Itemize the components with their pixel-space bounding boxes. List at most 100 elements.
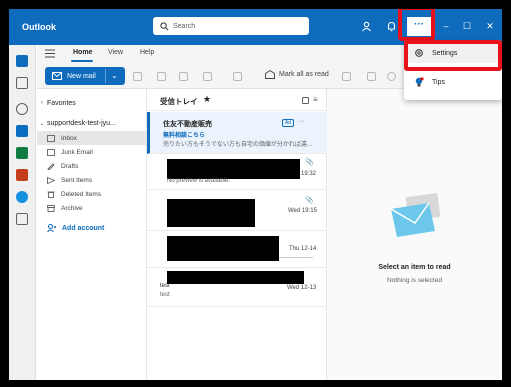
message-preview: 売りたい方もそうでない方も自宅の価値が分かれば違... xyxy=(163,142,312,148)
settings-highlight xyxy=(404,40,502,71)
sidebar-item-sent[interactable]: Sent Items xyxy=(37,173,146,187)
bell-icon[interactable] xyxy=(386,21,397,32)
delete-icon[interactable] xyxy=(133,72,142,81)
onedrive-app-icon[interactable] xyxy=(16,191,28,203)
reading-pane-subtitle: Nothing is selected xyxy=(387,277,442,284)
message-list: 受信トレイ ★ ≡ 住友不動産販売 無料相談こちら 売りたい方もそうでない方も自… xyxy=(146,89,328,380)
chevron-right-icon: › xyxy=(41,100,43,106)
menu-item-tips[interactable]: Tips xyxy=(404,72,502,92)
add-account-button[interactable]: Add account xyxy=(37,221,146,235)
new-mail-button[interactable]: New mail ⌄ xyxy=(45,67,125,85)
drafts-icon xyxy=(47,162,55,170)
tag-icon[interactable] xyxy=(367,72,376,81)
reading-pane-title: Select an item to read xyxy=(378,264,451,271)
restore-icon[interactable]: ☐ xyxy=(460,19,474,33)
trash-icon xyxy=(47,191,55,198)
search-icon xyxy=(160,21,169,30)
message-date: 19:32 xyxy=(301,171,317,177)
hamburger-icon[interactable] xyxy=(45,49,55,58)
junk-icon xyxy=(47,148,55,156)
message-more-button[interactable]: ··· xyxy=(298,118,305,125)
sidebar-item-label: Junk Email xyxy=(61,148,93,156)
flag-icon[interactable] xyxy=(342,72,351,81)
split-divider xyxy=(105,69,106,83)
folder-title: 受信トレイ xyxy=(160,97,198,106)
attachment-icon: 📎 xyxy=(305,159,314,166)
word-app-icon[interactable] xyxy=(16,125,28,137)
report-icon[interactable] xyxy=(179,72,188,81)
list-item[interactable]: Thu 12-14 xyxy=(147,232,328,268)
clock-icon[interactable] xyxy=(387,72,396,81)
select-icon[interactable] xyxy=(302,97,309,104)
account-label: supportdesk-test-jyu... xyxy=(47,119,116,127)
sidebar-item-label: Sent Items xyxy=(61,176,93,184)
move-icon[interactable] xyxy=(203,72,212,81)
people-app-icon[interactable] xyxy=(16,103,28,115)
message-date: Wed 12-13 xyxy=(287,285,317,291)
search-input[interactable]: Search xyxy=(153,17,309,35)
sidebar-item-drafts[interactable]: Drafts xyxy=(37,159,146,173)
attachment-icon: 📎 xyxy=(305,197,314,204)
minimize-icon[interactable]: – xyxy=(439,19,453,33)
tab-view[interactable]: View xyxy=(108,49,123,56)
chevron-down-icon[interactable]: ⌄ xyxy=(111,71,118,80)
redacted-sender xyxy=(167,199,255,227)
sidebar-item-label: Inbox xyxy=(61,134,77,142)
reading-pane: Select an item to read Nothing is select… xyxy=(327,89,502,380)
excel-app-icon[interactable] xyxy=(16,147,28,159)
sidebar-item-junk[interactable]: Junk Email xyxy=(37,145,146,159)
sidebar-item-deleted[interactable]: Deleted Items xyxy=(37,187,146,201)
powerpoint-app-icon[interactable] xyxy=(16,169,28,181)
sidebar-item-label: Archive xyxy=(61,204,83,212)
add-account-label: Add account xyxy=(62,224,105,232)
message-sender: 住友不動産販売 xyxy=(163,121,212,128)
sent-icon xyxy=(47,176,55,184)
people-icon[interactable] xyxy=(361,21,372,32)
lightbulb-icon xyxy=(415,77,424,87)
sidebar-item-inbox[interactable]: Inbox xyxy=(37,131,146,145)
message-date: Wed 19:15 xyxy=(288,208,317,214)
chevron-down-icon: ⌄ xyxy=(39,120,45,127)
sidebar-item-label: Drafts xyxy=(61,162,79,170)
add-person-icon xyxy=(47,224,56,232)
list-item[interactable]: 📎 19:32 No preview is available. xyxy=(147,155,328,190)
tab-home[interactable]: Home xyxy=(73,49,92,56)
mail-app-icon[interactable] xyxy=(16,55,28,67)
message-subject: 無料相談こちら xyxy=(163,133,206,139)
tab-help[interactable]: Help xyxy=(140,49,154,56)
list-item[interactable]: test Wed 12-13 test xyxy=(147,269,328,307)
list-item[interactable]: 住友不動産販売 無料相談こちら 売りたい方もそうでない方も自宅の価値が分かれば違… xyxy=(147,112,328,154)
message-list-header: 受信トレイ ★ ≡ xyxy=(147,89,328,111)
mail-icon xyxy=(52,72,62,80)
filter-icon[interactable]: ≡ xyxy=(313,95,318,104)
redacted-sender xyxy=(167,236,279,261)
reply-icon[interactable] xyxy=(233,72,242,81)
new-mail-label: New mail xyxy=(67,72,96,80)
redacted-sender xyxy=(167,159,300,179)
menu-item-label: Tips xyxy=(432,78,445,86)
message-preview: test xyxy=(160,292,170,298)
sidebar-item-label: Deleted Items xyxy=(61,190,102,198)
more-button-highlight xyxy=(398,9,435,41)
search-placeholder: Search xyxy=(173,22,196,30)
account-header[interactable]: ⌄ supportdesk-test-jyu... xyxy=(37,116,146,130)
favorites-header[interactable]: › Favorites xyxy=(37,96,146,110)
message-sender: test xyxy=(160,283,170,289)
star-icon[interactable]: ★ xyxy=(203,94,211,105)
sidebar-item-archive[interactable]: Archive xyxy=(37,201,146,215)
ad-badge: Ad xyxy=(282,119,294,127)
mark-all-read-button[interactable]: Mark all as read xyxy=(265,70,329,79)
envelope-illustration-icon xyxy=(390,192,441,237)
mark-all-read-label: Mark all as read xyxy=(279,71,329,78)
app-title: Outlook xyxy=(22,22,56,32)
message-date: Thu 12-14 xyxy=(289,246,317,252)
calendar-app-icon[interactable] xyxy=(16,77,28,89)
archive-tool-icon[interactable] xyxy=(157,72,166,81)
close-icon[interactable]: ✕ xyxy=(483,19,497,33)
app-rail xyxy=(9,45,36,380)
favorites-label: Favorites xyxy=(47,99,76,107)
list-item[interactable]: 📎 Wed 19:15 xyxy=(147,191,328,231)
active-tab-indicator xyxy=(71,60,93,62)
apps-icon[interactable] xyxy=(16,213,28,225)
envelope-open-icon xyxy=(265,70,275,79)
